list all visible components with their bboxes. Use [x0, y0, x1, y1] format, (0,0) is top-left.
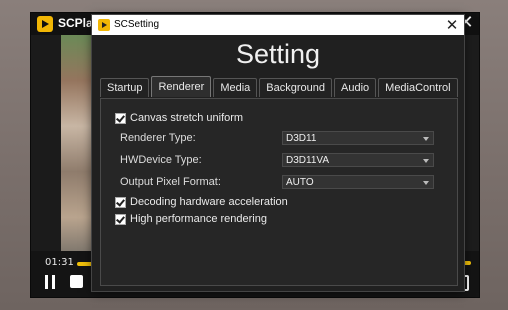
tab-renderer[interactable]: Renderer	[151, 76, 212, 97]
hwdevice-type-value: D3D11VA	[286, 155, 329, 166]
chevron-down-icon	[423, 181, 429, 185]
tab-mediacontrol[interactable]: MediaControl	[378, 78, 458, 97]
high-perf-checkbox[interactable]	[115, 213, 126, 225]
canvas-stretch-checkbox[interactable]	[115, 112, 126, 124]
decoding-hw-label: Decoding hardware acceleration	[130, 196, 288, 208]
progress-bar[interactable]	[77, 262, 93, 266]
canvas-stretch-option[interactable]: Canvas stretch uniform	[115, 111, 243, 125]
output-pixel-format-value: AUTO	[286, 177, 314, 188]
chevron-down-icon	[423, 159, 429, 163]
hwdevice-type-label: HWDevice Type:	[120, 154, 202, 166]
current-time: 01:31	[45, 257, 74, 268]
renderer-type-select[interactable]: D3D11	[282, 131, 434, 145]
renderer-type-label: Renderer Type:	[120, 132, 196, 144]
setting-dialog: SCSetting ✕ Setting Startup Renderer Med…	[92, 15, 464, 291]
tab-audio[interactable]: Audio	[334, 78, 377, 97]
tab-media[interactable]: Media	[213, 78, 258, 97]
dialog-title: SCSetting	[114, 19, 160, 30]
video-frame	[61, 35, 91, 263]
dialog-titlebar: SCSetting ✕	[92, 15, 464, 35]
hwdevice-type-select[interactable]: D3D11VA	[282, 153, 434, 167]
high-perf-option[interactable]: High performance rendering	[115, 212, 267, 226]
tab-background[interactable]: Background	[259, 78, 333, 97]
renderer-type-value: D3D11	[286, 133, 317, 144]
player-logo-icon	[37, 16, 53, 32]
high-perf-label: High performance rendering	[130, 213, 267, 225]
output-pixel-format-select[interactable]: AUTO	[282, 175, 434, 189]
chevron-down-icon	[423, 137, 429, 141]
stop-icon[interactable]	[70, 275, 83, 288]
renderer-panel: Canvas stretch uniform Renderer Type: D3…	[100, 98, 458, 286]
pause-icon[interactable]	[45, 275, 55, 289]
page-title: Setting	[235, 39, 321, 69]
canvas-stretch-label: Canvas stretch uniform	[130, 112, 244, 124]
tab-bar: Startup Renderer Media Background Audio …	[100, 76, 458, 98]
decoding-hw-option[interactable]: Decoding hardware acceleration	[115, 195, 288, 209]
app-logo-icon	[98, 19, 110, 31]
decoding-hw-checkbox[interactable]	[115, 196, 126, 208]
tab-startup[interactable]: Startup	[100, 78, 150, 97]
output-pixel-format-label: Output Pixel Format:	[120, 176, 221, 188]
close-icon[interactable]: ✕	[444, 16, 460, 34]
